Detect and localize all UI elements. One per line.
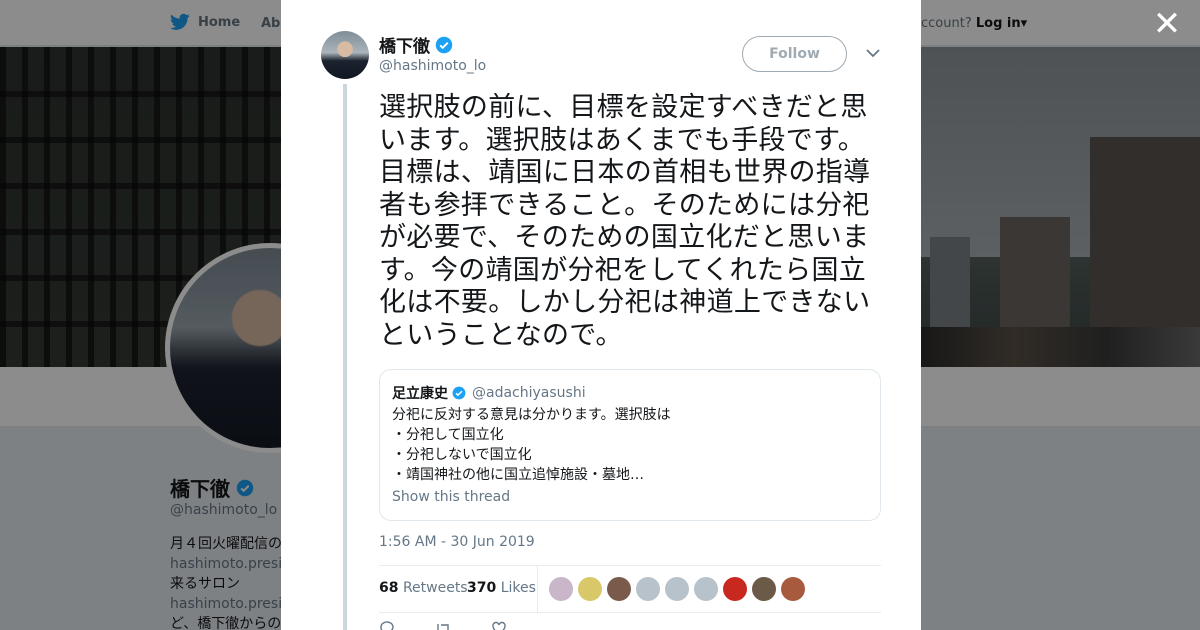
likes-count: 370 bbox=[467, 580, 497, 596]
tweet-timestamp[interactable]: 1:56 AM - 30 Jun 2019 bbox=[379, 534, 535, 550]
liker-avatars bbox=[549, 577, 805, 601]
liker-avatar[interactable] bbox=[607, 577, 631, 601]
retweet-icon[interactable] bbox=[435, 620, 451, 630]
liker-avatar[interactable] bbox=[549, 577, 573, 601]
liker-avatar[interactable] bbox=[694, 577, 718, 601]
liker-avatar[interactable] bbox=[781, 577, 805, 601]
author-handle[interactable]: @hashimoto_lo bbox=[379, 58, 486, 74]
quoted-line: ・分祀しないで国立化 bbox=[392, 447, 532, 463]
author-name[interactable]: 橋下徹 bbox=[379, 32, 453, 57]
quoted-tweet-text: 分祀に反対する意見は分かります。選択肢は ・分祀して国立化 ・分祀しないで国立化… bbox=[392, 405, 671, 485]
liker-avatar[interactable] bbox=[578, 577, 602, 601]
tweet-text: 選択肢の前に、目標を設定すべきだと思います。選択肢はあくまでも手段です。目標は、… bbox=[379, 92, 871, 351]
chevron-down-icon[interactable] bbox=[865, 45, 881, 61]
tweet-stats: 68 Retweets 370 Likes bbox=[379, 565, 881, 613]
reply-icon[interactable] bbox=[379, 620, 395, 630]
tweet-modal: 橋下徹 @hashimoto_lo Follow 選択肢の前に、目標を設定すべき… bbox=[281, 0, 921, 630]
quoted-line: 分祀に反対する意見は分かります。選択肢は bbox=[392, 407, 671, 423]
quoted-line: ・靖国神社の他に国立追悼施設・墓地… bbox=[392, 467, 644, 483]
liker-avatar[interactable] bbox=[665, 577, 689, 601]
retweets-count: 68 bbox=[379, 580, 399, 596]
heart-icon[interactable] bbox=[491, 620, 507, 630]
author-name-text: 橋下徹 bbox=[379, 37, 430, 57]
author-avatar[interactable] bbox=[321, 31, 369, 79]
close-icon[interactable]: ✕ bbox=[1152, 7, 1182, 41]
tweet-actions bbox=[379, 620, 507, 630]
likes-stat[interactable]: 370 Likes bbox=[467, 580, 536, 596]
thread-line bbox=[343, 84, 347, 630]
quoted-author-handle: @adachiyasushi bbox=[472, 385, 586, 401]
liker-avatar[interactable] bbox=[752, 577, 776, 601]
stats-divider bbox=[537, 566, 538, 613]
retweets-label: Retweets bbox=[402, 580, 468, 596]
show-thread-link[interactable]: Show this thread bbox=[392, 489, 510, 505]
verified-badge-icon bbox=[452, 386, 466, 400]
retweets-stat[interactable]: 68 Retweets bbox=[379, 580, 468, 596]
quoted-author-name: 足立康史 bbox=[392, 386, 448, 402]
quoted-tweet-header: 足立康史 @adachiyasushi bbox=[392, 383, 586, 403]
liker-avatar[interactable] bbox=[636, 577, 660, 601]
liker-avatar[interactable] bbox=[723, 577, 747, 601]
quoted-line: ・分祀して国立化 bbox=[392, 427, 504, 443]
quoted-tweet[interactable]: 足立康史 @adachiyasushi 分祀に反対する意見は分かります。選択肢は… bbox=[379, 369, 881, 521]
follow-button[interactable]: Follow bbox=[742, 36, 847, 72]
verified-badge-icon bbox=[435, 36, 453, 53]
likes-label: Likes bbox=[500, 580, 536, 596]
